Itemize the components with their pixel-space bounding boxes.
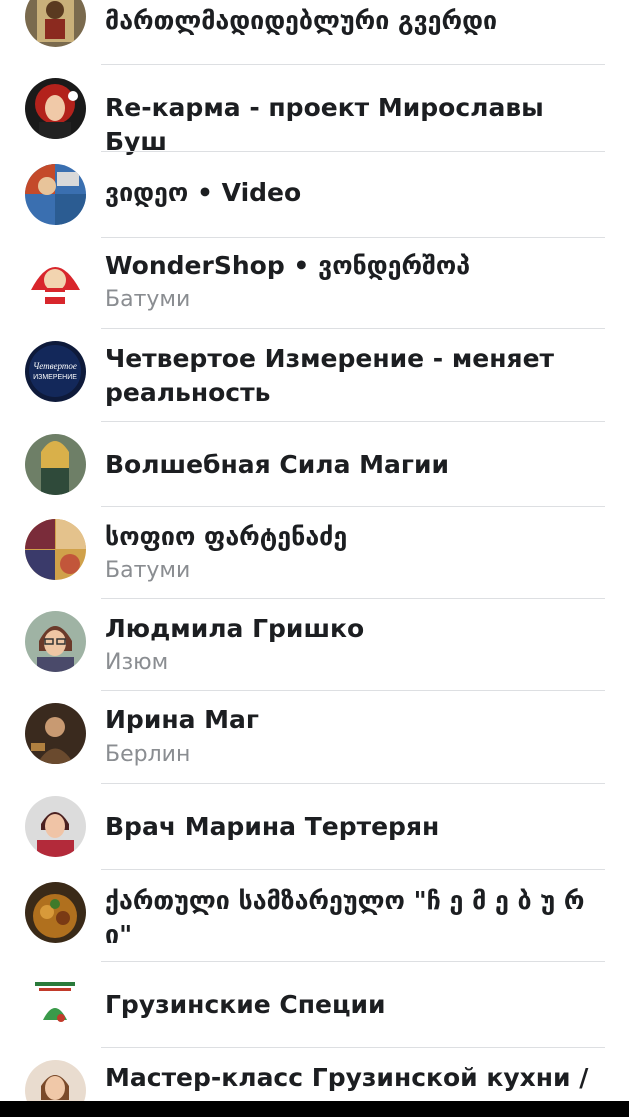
collage-avatar [25, 519, 86, 580]
wondershop-logo-avatar [25, 250, 86, 311]
page-location: Берлин [105, 742, 191, 767]
page-title: მართლმადიდებლური გვერდი [105, 6, 498, 35]
page-list-screen: მართლმადიდებლური გვერდი Re-карма - проект… [0, 0, 629, 1117]
page-title: ქართული სამზარეულო "ჩ ე მ ე ბ უ რ ი" [105, 886, 585, 949]
list-divider [101, 421, 605, 422]
list-divider [101, 690, 605, 691]
page-location: Батуми [105, 287, 191, 312]
page-title: Четвертое Измерение - меняет реальность [105, 344, 555, 407]
page-location: Батуми [105, 558, 191, 583]
list-divider [101, 64, 605, 65]
page-title: Грузинские Специи [105, 990, 386, 1019]
dark-portrait-avatar [25, 703, 86, 764]
page-title: Врач Марина Тертерян [105, 812, 440, 841]
list-divider [101, 869, 605, 870]
magic-woman-avatar [25, 434, 86, 495]
page-title: Ирина Маг [105, 705, 259, 734]
list-divider [101, 506, 605, 507]
fourth-dimension-logo-avatar: Четвертое ИЗМЕРЕНИЕ [25, 341, 86, 402]
list-divider [101, 598, 605, 599]
list-divider [101, 151, 605, 152]
doctor-woman-avatar [25, 796, 86, 857]
page-title: სოფიო ფარტენაძე [105, 522, 348, 551]
page-title: Мастер-класс Грузинской кухни / [105, 1063, 589, 1092]
red-haired-woman-avatar [25, 78, 86, 139]
svg-text:ИЗМЕРЕНИЕ: ИЗМЕРЕНИЕ [33, 374, 77, 381]
page-title: Re-карма - проект Мирославы Буш [105, 93, 544, 156]
video-collage-avatar [25, 164, 86, 225]
page-title: ვიდეო • Video [105, 178, 302, 207]
list-divider [101, 961, 605, 962]
list-divider [101, 237, 605, 238]
system-nav-bar [0, 1101, 629, 1117]
page-location: Изюм [105, 650, 169, 675]
page-title: WonderShop • ვონდერშოპ [105, 251, 471, 280]
list-divider [101, 783, 605, 784]
icon-painting-avatar [25, 0, 86, 47]
page-title: Людмила Гришко [105, 614, 365, 643]
list-divider [101, 328, 605, 329]
woman-glasses-avatar [25, 611, 86, 672]
page-title: Волшебная Сила Магии [105, 450, 449, 479]
spices-logo-avatar [25, 974, 86, 1035]
svg-text:Четвертое: Четвертое [33, 361, 77, 371]
list-divider [101, 1047, 605, 1048]
food-plate-avatar [25, 882, 86, 943]
